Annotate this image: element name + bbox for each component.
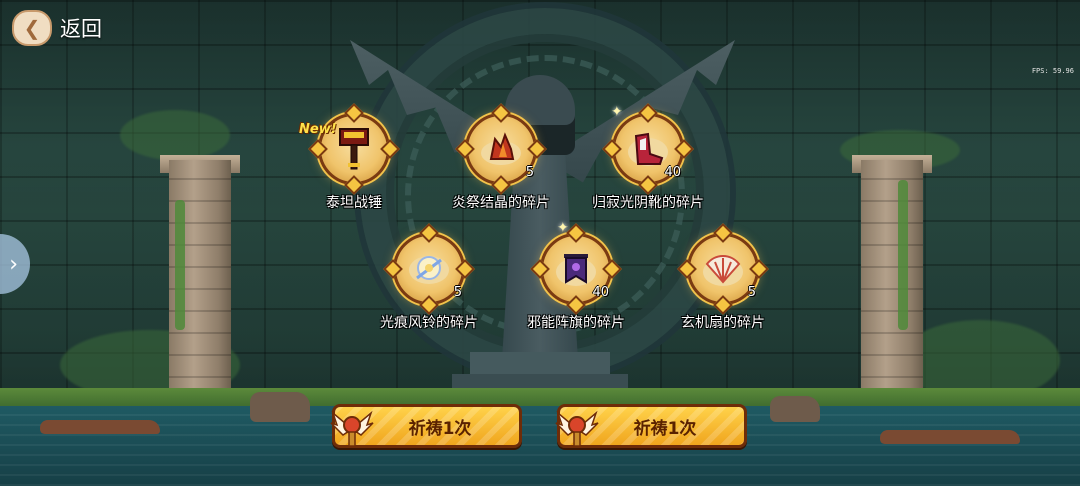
new-tag: New! bbox=[299, 122, 337, 137]
moss bbox=[120, 110, 230, 160]
item-label: 泰坦战锤 bbox=[326, 195, 382, 211]
reward-item-mystic-fan[interactable]: 5 玄机扇的碎片 bbox=[633, 223, 813, 332]
item-count: 40 bbox=[592, 285, 609, 300]
water-pool bbox=[0, 406, 1080, 486]
banner-icon bbox=[556, 254, 596, 286]
pray-button-label: 祈祷1次 bbox=[408, 418, 472, 439]
reward-badge: ✦ 40 bbox=[530, 220, 622, 315]
item-count: 5 bbox=[525, 165, 534, 180]
chevron-right-icon: › bbox=[9, 251, 18, 277]
item-label: 玄机扇的碎片 bbox=[681, 315, 765, 331]
reward-badge: New! bbox=[299, 103, 400, 195]
fan-icon bbox=[703, 255, 743, 286]
grass-ground bbox=[0, 388, 1080, 408]
pray-once-button[interactable]: 祈祷1次 bbox=[330, 404, 522, 448]
item-count: 40 bbox=[664, 165, 681, 180]
reward-item-silent-boots[interactable]: ✦ 40 归寂光阴靴的碎片 bbox=[558, 103, 738, 212]
reward-badge: 5 bbox=[383, 223, 475, 315]
rock bbox=[880, 430, 1020, 444]
rock bbox=[40, 420, 160, 434]
vine bbox=[175, 200, 185, 330]
vine bbox=[898, 180, 908, 330]
boots-icon bbox=[628, 132, 668, 166]
winged-emblem-icon bbox=[330, 410, 374, 447]
pillar-right bbox=[861, 160, 923, 400]
sparkle-icon: ✦ bbox=[611, 104, 623, 120]
chevron-left-icon: ❮ bbox=[12, 10, 52, 46]
item-label: 光痕风铃的碎片 bbox=[380, 315, 478, 331]
rock bbox=[770, 396, 820, 422]
rock bbox=[250, 392, 310, 422]
hammer-icon bbox=[339, 128, 369, 170]
pray-button-label: 祈祷1次 bbox=[633, 418, 697, 439]
reward-badge: 5 bbox=[455, 103, 547, 195]
item-count: 5 bbox=[747, 285, 756, 300]
item-label: 归寂光阴靴的碎片 bbox=[592, 195, 704, 211]
fps-counter: FPS: 59.96 bbox=[1031, 67, 1074, 75]
reward-badge: ✦ 40 bbox=[602, 103, 694, 195]
pray-once-button-alt[interactable]: 祈祷1次 bbox=[555, 404, 747, 448]
reward-badge: 5 bbox=[677, 223, 769, 315]
item-count: 5 bbox=[453, 285, 462, 300]
winged-emblem-icon bbox=[555, 410, 599, 447]
statue-plinth bbox=[470, 352, 610, 374]
back-button[interactable]: ❮ 返回 bbox=[12, 10, 102, 46]
item-label: 炎祭结晶的碎片 bbox=[452, 195, 550, 211]
item-label: 邪能阵旗的碎片 bbox=[527, 315, 625, 331]
crystal-icon bbox=[481, 132, 521, 165]
back-label: 返回 bbox=[60, 17, 102, 41]
chime-icon bbox=[409, 256, 449, 284]
